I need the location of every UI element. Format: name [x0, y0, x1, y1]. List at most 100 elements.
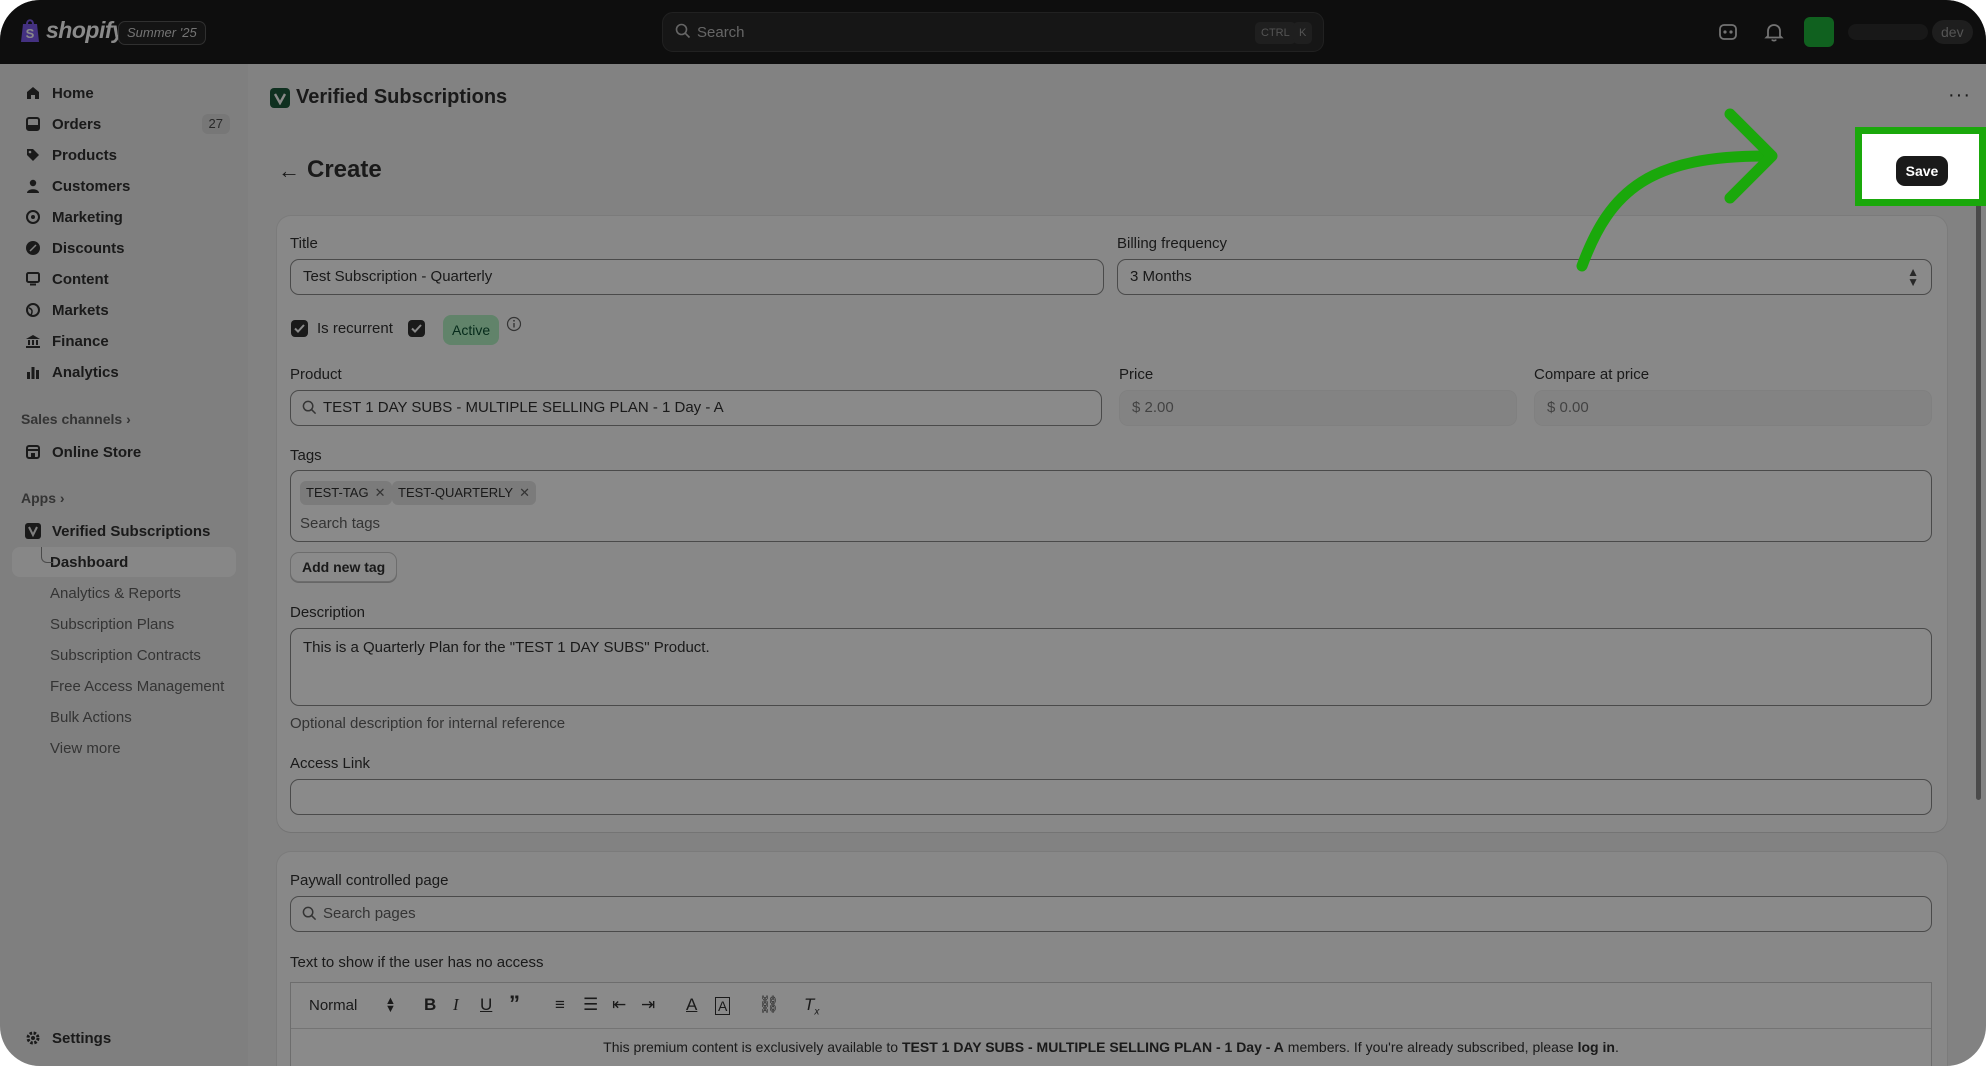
active-status-badge: Active — [443, 315, 500, 345]
sidebar-item-analytics[interactable]: Analytics — [12, 357, 236, 387]
no-access-text-label: Text to show if the user has no access — [290, 954, 544, 971]
scrollbar-thumb[interactable] — [1976, 200, 1981, 800]
bullet-list-icon[interactable]: ☰ — [583, 995, 598, 1015]
underline-icon[interactable]: U — [480, 995, 492, 1015]
store-avatar[interactable] — [1804, 17, 1834, 47]
verified-subscriptions-logo-icon — [270, 87, 290, 108]
title-label: Title — [290, 235, 318, 252]
sidebar-subitem-subscription-plans[interactable]: Subscription Plans — [12, 609, 236, 639]
title-input[interactable]: Test Subscription - Quarterly — [290, 259, 1104, 295]
paywall-page-search-input[interactable]: Search pages — [290, 896, 1932, 932]
sidebar-subitem-dashboard[interactable]: Dashboard — [12, 547, 236, 577]
compare-at-price-input[interactable]: $ 0.00 — [1534, 390, 1932, 426]
link-icon[interactable]: ⛓ — [758, 995, 780, 1015]
billing-frequency-select[interactable]: 3 Months ▲ ▼ — [1117, 259, 1932, 295]
outdent-icon[interactable]: ⇤ — [612, 995, 626, 1015]
select-arrows-icon: ▲ ▼ — [385, 995, 396, 1015]
search-icon — [675, 23, 691, 39]
description-textarea[interactable]: This is a Quarterly Plan for the "TEST 1… — [290, 628, 1932, 706]
text-color-icon[interactable]: A — [686, 995, 697, 1015]
sidebar-subitem-label: Analytics & Reports — [50, 584, 181, 602]
sidebar-item-label: Verified Subscriptions — [52, 522, 211, 540]
active-checkbox[interactable] — [408, 320, 425, 337]
sidebar-item-customers[interactable]: Customers — [12, 171, 236, 201]
italic-icon[interactable]: I — [453, 995, 459, 1015]
edition-badge[interactable]: Summer '25 — [118, 21, 206, 45]
paywall-page-label: Paywall controlled page — [290, 872, 449, 889]
text-style-value: Normal — [309, 997, 358, 1014]
compare-at-price-label: Compare at price — [1534, 366, 1650, 383]
product-search-input[interactable]: TEST 1 DAY SUBS - MULTIPLE SELLING PLAN … — [290, 390, 1102, 426]
editor-text: This premium content is exclusively avai… — [603, 1039, 902, 1055]
sidebar-item-label: Analytics — [52, 363, 119, 381]
sidebar-item-label: Markets — [52, 301, 109, 319]
text-style-select[interactable]: Normal — [309, 997, 357, 1014]
bank-icon — [22, 330, 44, 352]
price-label: Price — [1119, 366, 1154, 383]
billing-frequency-label: Billing frequency — [1117, 235, 1228, 252]
sidebar-item-home[interactable]: Home — [12, 78, 236, 108]
clear-format-icon[interactable]: Tx — [804, 995, 819, 1017]
globe-icon — [22, 299, 44, 321]
save-button[interactable]: Save — [1896, 156, 1948, 186]
background-color-icon[interactable]: A — [715, 997, 731, 1015]
store-name-redacted[interactable] — [1848, 24, 1928, 40]
sidebar-item-label: Finance — [52, 332, 109, 350]
indent-icon[interactable]: ⇥ — [641, 995, 655, 1015]
sidebar-item-label: Marketing — [52, 208, 123, 226]
brand-wordmark: shopify — [46, 17, 125, 43]
editor-content[interactable]: This premium content is exclusively avai… — [291, 1039, 1931, 1055]
add-new-tag-button[interactable]: Add new tag — [290, 552, 398, 582]
sidebar-item-label: Settings — [52, 1029, 112, 1047]
tag-chip-label: TEST-QUARTERLY — [398, 485, 514, 500]
blockquote-icon[interactable]: ” — [509, 991, 520, 1017]
global-search-input[interactable]: Search CTRL K — [662, 12, 1324, 52]
sales-channels-label: Sales channels — [21, 411, 123, 427]
sidebar-item-markets[interactable]: Markets — [12, 295, 236, 325]
sidebar-subitem-bulk-actions[interactable]: Bulk Actions — [12, 702, 236, 732]
access-link-input[interactable] — [290, 779, 1932, 815]
sidebar-item-orders[interactable]: Orders 27 — [12, 109, 236, 139]
sales-channels-section[interactable]: Sales channels › — [21, 411, 131, 427]
sidebar-subitem-free-access[interactable]: Free Access Management — [12, 671, 236, 701]
product-value: TEST 1 DAY SUBS - MULTIPLE SELLING PLAN … — [323, 399, 724, 416]
bell-icon[interactable] — [1762, 20, 1786, 44]
sidebar-item-marketing[interactable]: Marketing — [12, 202, 236, 232]
sidebar-item-finance[interactable]: Finance — [12, 326, 236, 356]
store-icon — [22, 441, 44, 463]
price-input[interactable]: $ 2.00 — [1119, 390, 1517, 426]
sidebar-subitem-view-more[interactable]: View more — [12, 733, 236, 763]
tag-chip: TEST-QUARTERLY ✕ — [392, 481, 537, 505]
is-recurrent-checkbox[interactable] — [291, 320, 308, 337]
ordered-list-icon[interactable]: ≡ — [555, 995, 565, 1015]
sidebar-item-verified-subscriptions[interactable]: Verified Subscriptions — [12, 516, 236, 546]
sidebar-item-content[interactable]: Content — [12, 264, 236, 294]
app-title: Verified Subscriptions — [296, 86, 508, 108]
editor-product-name: TEST 1 DAY SUBS - MULTIPLE SELLING PLAN … — [901, 1039, 1284, 1055]
sidebar-item-settings[interactable]: Settings — [12, 1023, 236, 1053]
more-actions-icon[interactable]: ··· — [1948, 84, 1971, 107]
back-arrow-icon[interactable]: ← — [278, 158, 300, 184]
sidebar-subitem-subscription-contracts[interactable]: Subscription Contracts — [12, 640, 236, 670]
remove-tag-icon[interactable]: ✕ — [375, 485, 386, 500]
shopify-logo[interactable]: S shopify — [20, 17, 125, 44]
orders-count-badge: 27 — [201, 114, 230, 134]
sidebar-item-products[interactable]: Products — [12, 140, 236, 170]
login-link[interactable]: log in — [1578, 1039, 1615, 1055]
sidebar-subitem-label: Free Access Management — [50, 677, 225, 695]
sidebar-subitem-analytics-reports[interactable]: Analytics & Reports — [12, 578, 236, 608]
sidebar-item-label: Discounts — [52, 239, 125, 257]
sidebar-item-discounts[interactable]: Discounts — [12, 233, 236, 263]
orders-icon — [22, 113, 44, 135]
billing-frequency-value: 3 Months — [1130, 268, 1192, 285]
remove-tag-icon[interactable]: ✕ — [519, 485, 530, 500]
description-label: Description — [290, 604, 366, 621]
tag-chip-label: TEST-TAG — [306, 485, 369, 500]
apps-section[interactable]: Apps › — [21, 490, 65, 506]
info-icon[interactable] — [506, 316, 522, 332]
sidekick-icon[interactable] — [1716, 20, 1740, 44]
apps-label: Apps — [21, 490, 56, 506]
bold-icon[interactable]: B — [424, 995, 436, 1015]
sidebar-item-online-store[interactable]: Online Store — [12, 437, 236, 467]
tags-input[interactable]: TEST-TAG ✕ TEST-QUARTERLY ✕ Search tags — [290, 470, 1932, 542]
